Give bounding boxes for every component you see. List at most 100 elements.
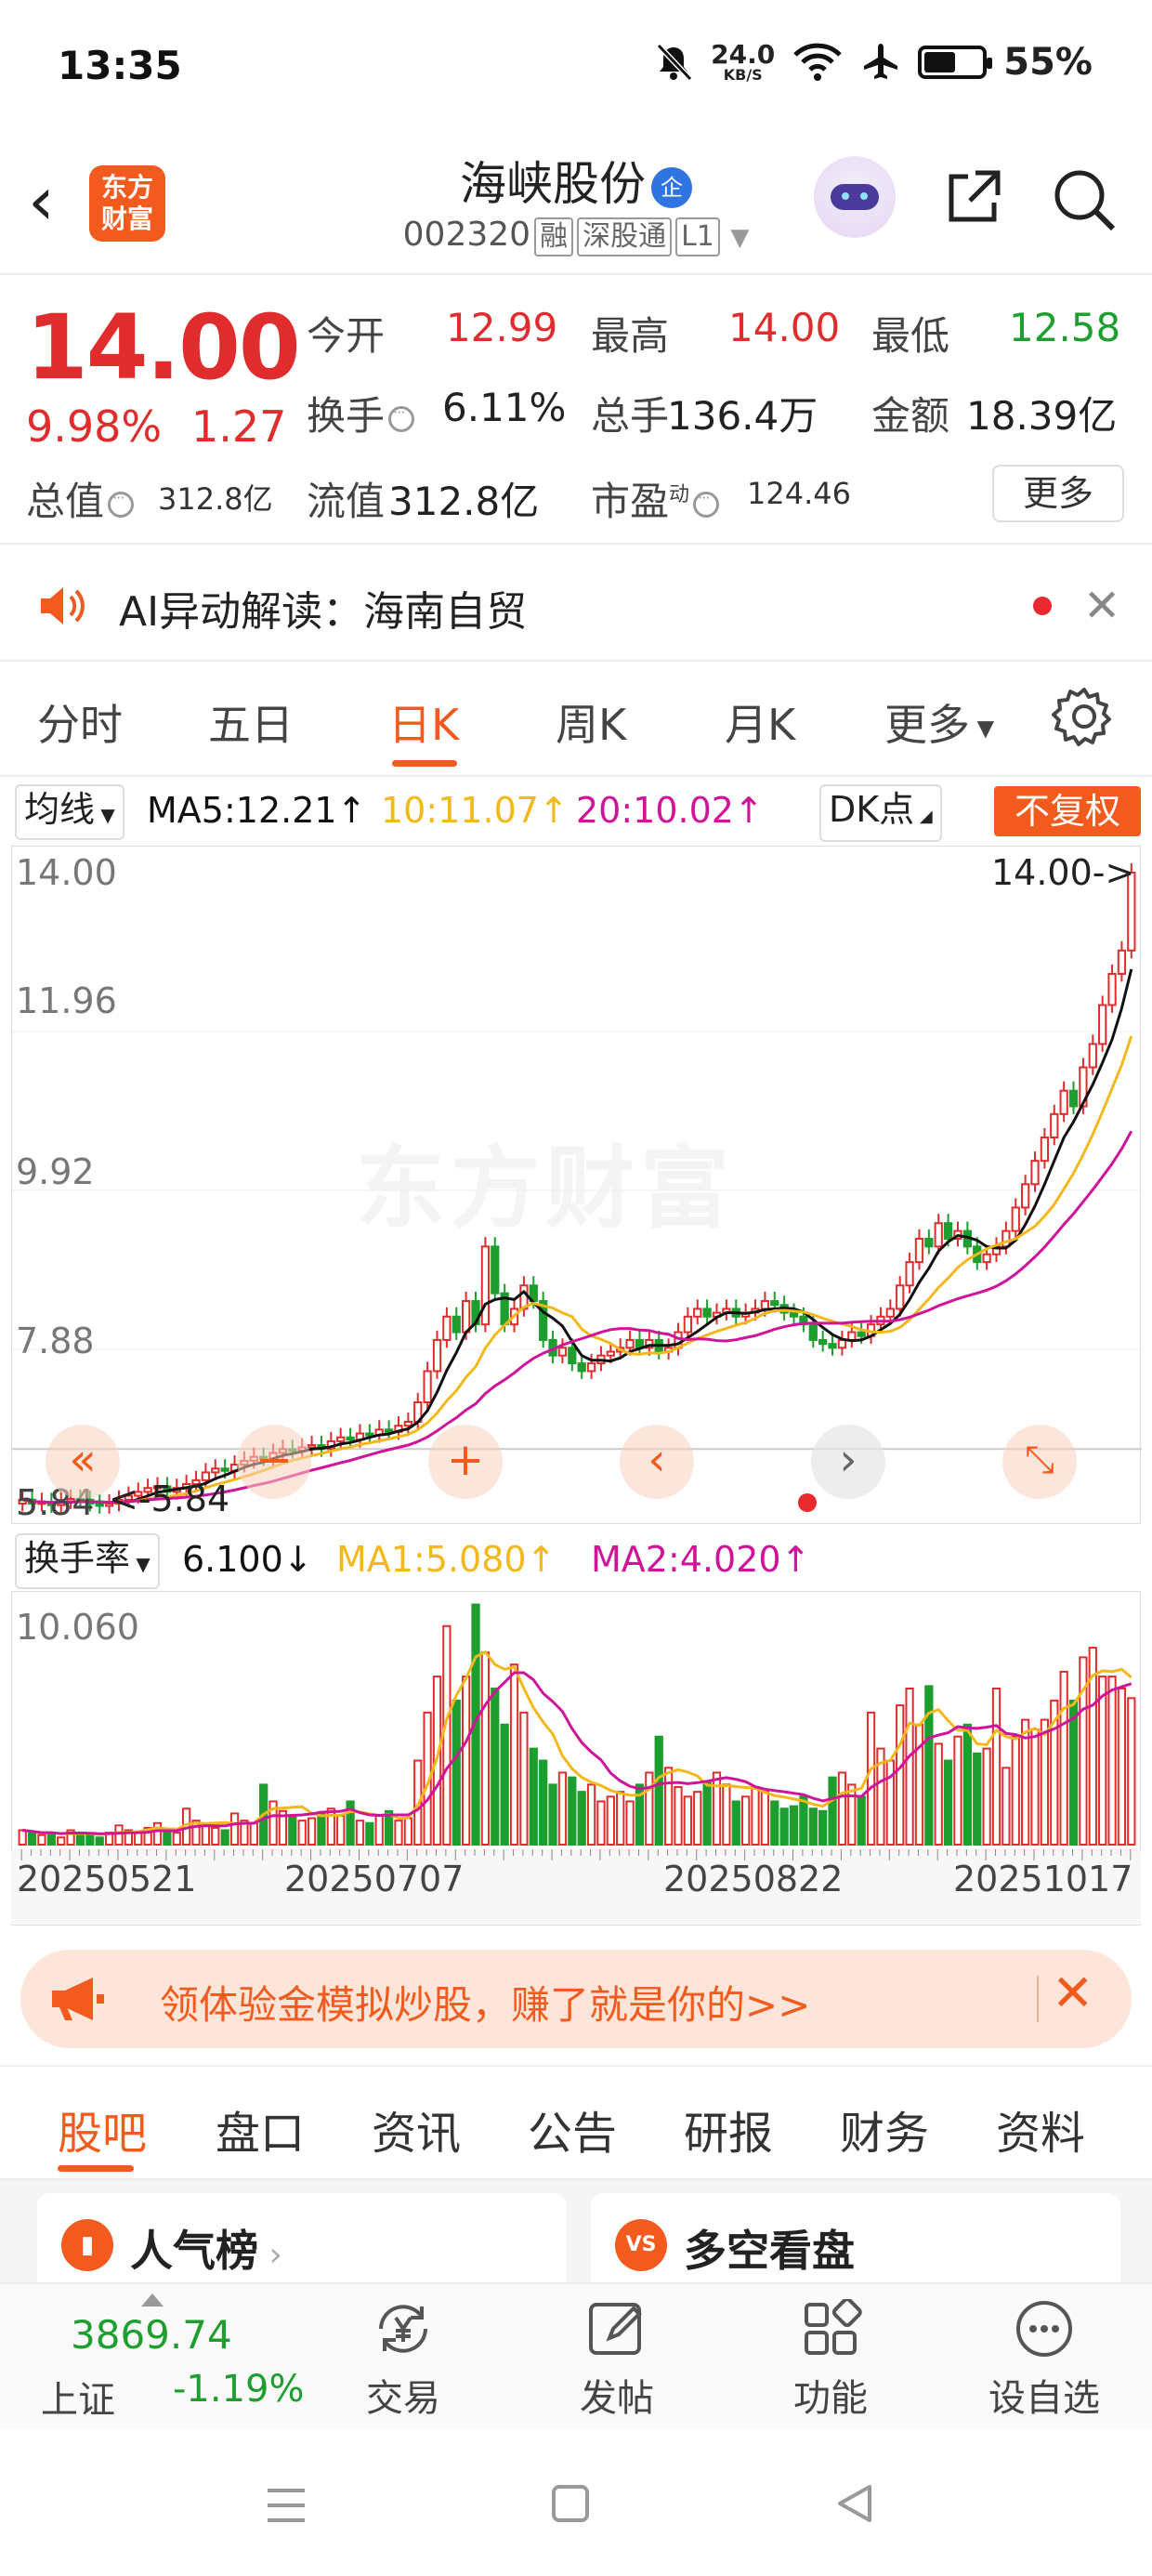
turnover-bar bbox=[760, 1791, 770, 1847]
tab-profile[interactable]: 资料 bbox=[996, 2096, 1085, 2162]
popularity-card[interactable]: ▮ 人气榜 › bbox=[37, 2193, 567, 2295]
next-button[interactable]: › bbox=[811, 1425, 885, 1499]
turnover-bar bbox=[1001, 1767, 1011, 1846]
tab-orderbook[interactable]: 盘口 bbox=[216, 2096, 305, 2162]
gear-icon[interactable] bbox=[1052, 684, 1117, 749]
turnover-ma2: MA2:4.020↑ bbox=[591, 1539, 811, 1580]
y-tick-0: 14.00 bbox=[16, 852, 117, 893]
home-icon[interactable] bbox=[550, 2483, 591, 2524]
turnover-bar bbox=[818, 1809, 828, 1846]
turnover-bar bbox=[982, 1747, 991, 1847]
low-label: 最低 bbox=[871, 313, 950, 359]
turnover-bar bbox=[866, 1711, 876, 1846]
turnover-bar bbox=[616, 1791, 625, 1847]
candle bbox=[905, 1261, 914, 1287]
candle bbox=[1059, 1089, 1068, 1115]
menu-icon[interactable] bbox=[264, 2485, 308, 2526]
turnover-bar bbox=[18, 1829, 27, 1846]
open-label: 今开 bbox=[307, 313, 386, 359]
turnover-bar bbox=[557, 1771, 568, 1846]
turnover-bar bbox=[134, 1832, 143, 1847]
turnover-bar bbox=[163, 1829, 172, 1846]
edit-icon bbox=[589, 2303, 642, 2355]
bar-chart-icon: ▮ bbox=[61, 2219, 113, 2271]
ma10-line bbox=[21, 1035, 1133, 1505]
tab-more[interactable]: 更多 ▼ bbox=[884, 691, 994, 753]
turnover-bar bbox=[152, 1821, 163, 1846]
tab-daily-k[interactable]: 日K bbox=[388, 691, 459, 753]
chevron-down-icon[interactable]: ▼ bbox=[730, 224, 749, 252]
tab-five-day[interactable]: 五日 bbox=[208, 691, 294, 753]
tab-research[interactable]: 研报 bbox=[684, 2096, 773, 2162]
adjust-button[interactable]: 不复权 bbox=[994, 786, 1141, 836]
turnover-bar bbox=[374, 1814, 384, 1846]
candle bbox=[577, 1362, 586, 1373]
fullscreen-icon[interactable]: ⤡ bbox=[1002, 1425, 1077, 1499]
ma-selector[interactable]: 均线 ▼ bbox=[15, 784, 124, 840]
nav-add-watchlist[interactable]: 设自选 bbox=[979, 2299, 1109, 2422]
tab-monthly-k[interactable]: 月K bbox=[725, 691, 795, 753]
turnover-value: 6.100↓ bbox=[182, 1539, 313, 1580]
turnover-bar bbox=[808, 1807, 818, 1846]
more-quote-button[interactable]: 更多 bbox=[992, 465, 1124, 522]
tab-intraday[interactable]: 分时 bbox=[37, 691, 123, 753]
stock-name: 海峡股份 bbox=[460, 157, 646, 211]
candle bbox=[818, 1338, 828, 1346]
candle bbox=[896, 1284, 905, 1310]
bull-bear-card[interactable]: VS 多空看盘 bbox=[591, 2193, 1120, 2295]
candle bbox=[423, 1370, 432, 1403]
candle bbox=[307, 1444, 317, 1449]
ai-interpret-bar[interactable]: AI异动解读：海南自贸 ✕ bbox=[0, 546, 1152, 662]
nav-trade[interactable]: 交易 bbox=[338, 2299, 468, 2422]
share-icon[interactable] bbox=[940, 164, 1007, 230]
info-icon[interactable] bbox=[388, 403, 415, 432]
tab-finance[interactable]: 财务 bbox=[840, 2096, 929, 2162]
zoom-out-button[interactable]: − bbox=[237, 1425, 311, 1499]
tab-underline bbox=[392, 760, 457, 767]
candle bbox=[943, 1222, 953, 1240]
ai-robot-icon[interactable] bbox=[814, 156, 896, 238]
candlestick-chart[interactable]: 东方财富 14.00 11.96 9.92 7.88 5.84 <-5.84 1… bbox=[11, 846, 1142, 1524]
candle bbox=[1098, 1004, 1107, 1045]
candle bbox=[480, 1245, 491, 1326]
tab-announcements[interactable]: 公告 bbox=[528, 2096, 617, 2162]
search-icon[interactable] bbox=[1048, 164, 1119, 234]
turnover-bar bbox=[452, 1699, 461, 1846]
megaphone-icon bbox=[52, 1978, 104, 2020]
turnover-bar bbox=[625, 1800, 635, 1846]
turnover-max-label: 10.060 bbox=[16, 1607, 139, 1648]
tab-forum[interactable]: 股吧 bbox=[58, 2096, 147, 2162]
candle bbox=[982, 1253, 991, 1264]
turnover-bar bbox=[46, 1832, 56, 1847]
status-icons: 24.0 KB/S 55% bbox=[653, 41, 1093, 84]
turnover-bar bbox=[394, 1820, 403, 1847]
pct-change: 9.98% bbox=[26, 401, 163, 452]
open-value: 12.99 bbox=[446, 305, 558, 350]
tab-news[interactable]: 资讯 bbox=[372, 2096, 461, 2162]
turnover-bar bbox=[731, 1800, 740, 1846]
volume-value: 136.4万 bbox=[667, 393, 818, 439]
zoom-in-button[interactable]: + bbox=[428, 1425, 503, 1499]
rewind-button[interactable]: « bbox=[46, 1425, 120, 1499]
tab-weekly-k[interactable]: 周K bbox=[556, 691, 626, 753]
nav-functions[interactable]: 功能 bbox=[766, 2299, 896, 2422]
turnover-bar bbox=[220, 1829, 229, 1846]
back-nav-icon[interactable] bbox=[834, 2483, 875, 2524]
promo-banner[interactable]: 领体验金模拟炒股，赚了就是你的>> ✕ bbox=[20, 1950, 1132, 2048]
bottom-nav: 3869.74 上证 -1.19% 交易 发帖 功能 设自选 bbox=[0, 2282, 1152, 2429]
wifi-icon bbox=[793, 43, 843, 81]
close-icon[interactable]: ✕ bbox=[1052, 1968, 1093, 2018]
info-icon[interactable] bbox=[693, 489, 720, 518]
candle bbox=[857, 1331, 866, 1337]
turnover-selector[interactable]: 换手率 ▼ bbox=[15, 1533, 160, 1589]
nav-post[interactable]: 发帖 bbox=[552, 2299, 682, 2422]
turnover-bar bbox=[741, 1795, 751, 1846]
dk-point-selector[interactable]: DK点 ◢ bbox=[819, 784, 942, 842]
info-icon[interactable] bbox=[108, 489, 135, 518]
prev-button[interactable]: ‹ bbox=[620, 1425, 694, 1499]
content-tabs: 股吧 盘口 资讯 公告 研报 财务 资料 bbox=[0, 2065, 1152, 2180]
turnover-bar bbox=[336, 1814, 346, 1846]
close-icon[interactable]: ✕ bbox=[1083, 584, 1120, 628]
amount-value: 18.39亿 bbox=[966, 393, 1118, 439]
candle bbox=[683, 1315, 692, 1334]
